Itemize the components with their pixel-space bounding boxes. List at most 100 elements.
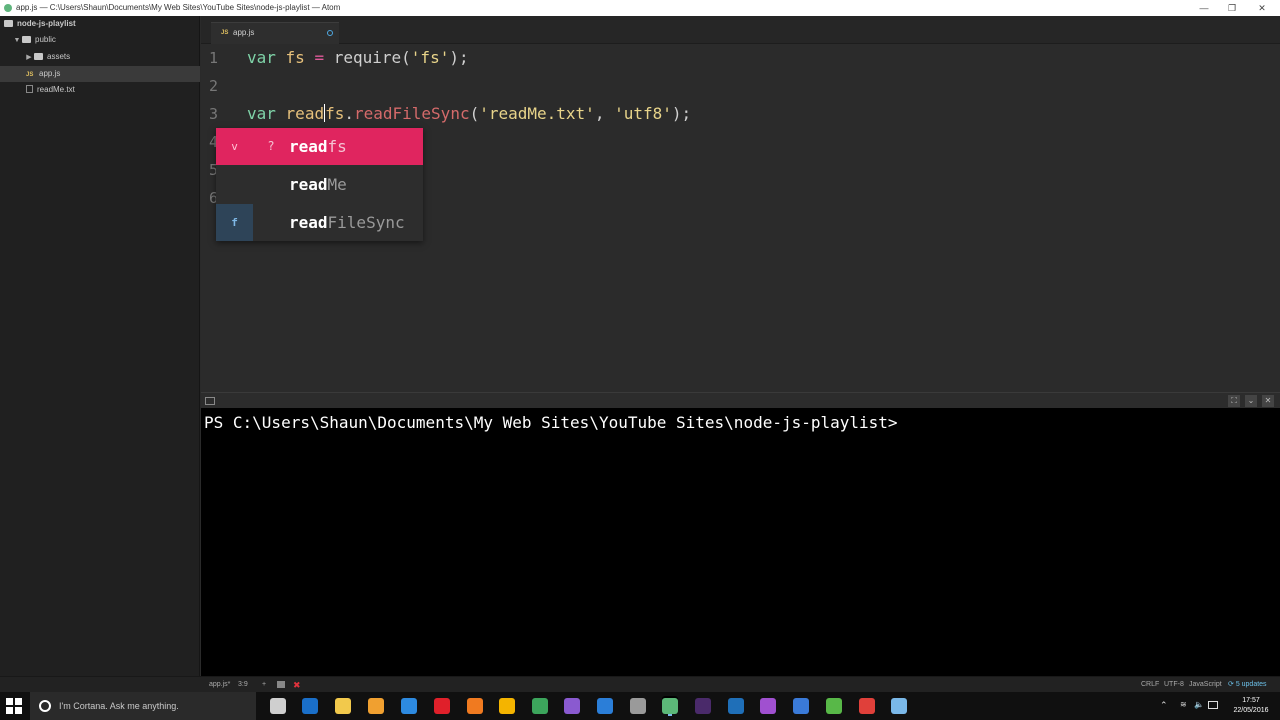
chrome-canary-icon[interactable] <box>499 698 515 714</box>
tree-view: node-js-playlist ▼ public ▶ assets JS app.j… <box>0 16 200 676</box>
visual-studio-icon[interactable] <box>564 698 580 714</box>
atom-icon[interactable] <box>662 698 678 714</box>
chevron-right-icon: ▶ <box>26 54 32 61</box>
tree-root-folder[interactable]: node-js-playlist <box>0 16 200 32</box>
tree-item-public[interactable]: ▼ public <box>0 32 200 48</box>
clock[interactable]: 17:57 22/05/2016 <box>1228 696 1274 716</box>
tree-item-label: readMe.txt <box>37 85 75 94</box>
autocomplete-item[interactable]: readMe <box>216 166 423 203</box>
maximize-panel-icon[interactable]: ⛶ <box>1228 395 1240 407</box>
code-line: var fs = require('fs'); <box>247 48 469 67</box>
tab-label: app.js <box>233 28 255 37</box>
js-file-icon: JS <box>221 30 229 36</box>
status-updates[interactable]: ⟳ 5 updates <box>1228 677 1267 693</box>
minimize-button[interactable]: — <box>1190 0 1218 16</box>
chrome-icon[interactable] <box>532 698 548 714</box>
cortana-search-box[interactable]: I'm Cortana. Ask me anything. <box>30 692 256 720</box>
code-token: require( <box>324 48 411 67</box>
keyboard-icon[interactable] <box>1208 701 1218 709</box>
close-button[interactable]: ✕ <box>1248 0 1276 16</box>
autocomplete-text: readFileSync <box>289 213 405 232</box>
code-token: 'utf8' <box>614 104 672 123</box>
tree-footer <box>0 676 201 692</box>
code-token: . <box>344 104 354 123</box>
autocomplete-left-label: ? <box>267 139 275 153</box>
chevron-up-icon[interactable]: ⌃ <box>1160 700 1168 711</box>
terminal-tab-icon[interactable] <box>277 681 285 688</box>
status-file-name[interactable]: app.js* <box>209 677 230 693</box>
status-line-ending[interactable]: CRLF <box>1141 677 1159 693</box>
status-encoding[interactable]: UTF-8 <box>1164 677 1184 693</box>
atom-app-icon <box>4 4 12 12</box>
tree-item-label: app.js <box>39 69 61 78</box>
firefox-icon[interactable] <box>467 698 483 714</box>
code-token: var <box>247 48 276 67</box>
folder-icon <box>22 36 31 43</box>
clock-time: 17:57 <box>1242 697 1260 704</box>
todoist-icon[interactable] <box>859 698 875 714</box>
tree-item-label: public <box>35 35 56 44</box>
edge-icon[interactable] <box>401 698 417 714</box>
obs-icon[interactable] <box>760 698 776 714</box>
code-token: 'readMe.txt' <box>479 104 595 123</box>
opera-icon[interactable] <box>434 698 450 714</box>
chevron-down-icon: ▼ <box>13 37 21 44</box>
windows-start-icon[interactable] <box>6 698 22 714</box>
code-token: read <box>285 104 325 123</box>
close-panel-icon[interactable]: ✕ <box>1262 395 1274 407</box>
notes-icon[interactable] <box>891 698 907 714</box>
line-number: 2 <box>209 77 219 95</box>
code-token: ); <box>671 104 692 123</box>
clock-date: 22/05/2016 <box>1233 707 1269 714</box>
code-line: var readfs.readFileSync('readMe.txt', 'u… <box>247 104 691 123</box>
status-cursor-position[interactable]: 3:9 <box>238 677 248 693</box>
terminal-panel[interactable]: PS C:\Users\Shaun\Documents\My Web Sites… <box>201 408 1280 676</box>
close-terminal-icon[interactable]: ✖ <box>293 677 301 693</box>
restore-button[interactable]: ❐ <box>1218 0 1246 16</box>
photoshop-icon[interactable] <box>728 698 744 714</box>
add-terminal-icon[interactable]: + <box>262 677 266 693</box>
autocomplete-popup: v ? readfs readMe f readFileSync <box>216 128 423 241</box>
code-token: 'fs' <box>410 48 450 67</box>
terminal-prompt: PS C:\Users\Shaun\Documents\My Web Sites… <box>204 413 898 432</box>
window-titlebar: app.js — C:\Users\Shaun\Documents\My Web… <box>0 0 1280 16</box>
code-token: ); <box>449 48 469 67</box>
shield-app-icon[interactable] <box>826 698 842 714</box>
autocomplete-item[interactable]: v ? readfs <box>216 128 423 165</box>
tree-root-label: node-js-playlist <box>17 19 76 28</box>
sublime-icon[interactable] <box>630 698 646 714</box>
outlook-icon[interactable] <box>302 698 318 714</box>
code-token: = <box>314 48 325 67</box>
network-icon[interactable]: ≋ <box>1180 700 1187 709</box>
file-explorer-icon[interactable] <box>335 698 351 714</box>
folder-icon <box>4 20 13 27</box>
code-token: var <box>247 104 276 123</box>
chevron-down-icon[interactable]: ⌄ <box>1245 395 1257 407</box>
window-title: app.js — C:\Users\Shaun\Documents\My Web… <box>16 3 341 12</box>
tab-bar: JS app.js <box>201 16 1280 44</box>
autocomplete-item[interactable]: f readFileSync <box>216 204 423 241</box>
media-player-icon[interactable] <box>793 698 809 714</box>
code-token: fs <box>325 104 345 123</box>
code-token: ( <box>469 104 480 123</box>
tree-item-readme[interactable]: readMe.txt <box>0 82 200 98</box>
autocomplete-text: readfs <box>289 137 347 156</box>
tab-app-js[interactable]: JS app.js <box>211 22 339 44</box>
variable-type-icon: v <box>231 140 238 153</box>
status-grammar[interactable]: JavaScript <box>1189 677 1222 693</box>
tree-item-assets[interactable]: ▶ assets <box>0 49 200 65</box>
tree-item-label: assets <box>47 52 71 61</box>
js-file-icon: JS <box>26 72 34 78</box>
terminal-header: ⛶ ⌄ ✕ <box>201 392 1280 408</box>
premiere-icon[interactable] <box>695 698 711 714</box>
code-token: readFileSync <box>353 104 470 123</box>
sourcetree-icon[interactable] <box>597 698 613 714</box>
modified-indicator-icon[interactable] <box>327 30 333 36</box>
volume-icon[interactable]: 🔈 <box>1194 700 1204 709</box>
autocomplete-text: readMe <box>289 175 347 194</box>
task-view-icon[interactable] <box>270 698 286 714</box>
tree-item-app-js[interactable]: JS app.js <box>0 66 200 82</box>
store-icon[interactable] <box>368 698 384 714</box>
line-number: 1 <box>209 49 219 67</box>
